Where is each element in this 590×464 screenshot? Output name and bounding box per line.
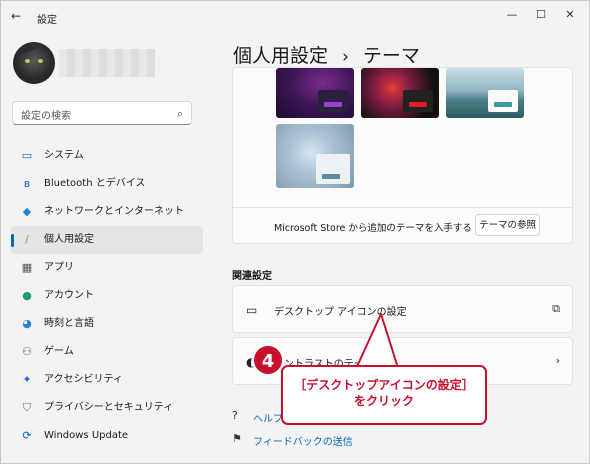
settings-window: ← 設定 — ☐ ✕ 設定の検索 ⌕ ▭ システム ʙ Bluetooth とデバイス… — [0, 0, 590, 464]
step-badge: 4 — [252, 344, 284, 376]
callout-pointer-mask — [358, 367, 397, 369]
